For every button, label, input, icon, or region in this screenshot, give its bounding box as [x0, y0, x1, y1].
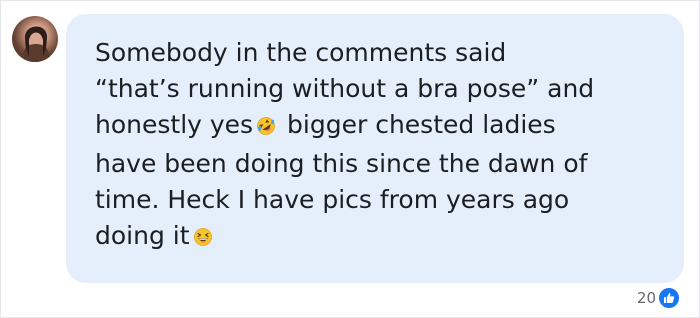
comment-line: “that’s running without a bra pose” and: [95, 74, 595, 103]
reaction-summary[interactable]: 20: [637, 287, 680, 309]
comment-line-part: honestly yes: [95, 110, 254, 139]
comment-text: Somebody in the comments said “that’s ru…: [95, 35, 665, 257]
comment-line: time. Heck I have pics from years ago: [95, 185, 570, 214]
comment-line: have been doing this since the dawn of: [95, 149, 588, 178]
rolling-on-floor-laughing-icon: [256, 110, 276, 146]
comment-line: doing it: [95, 218, 665, 257]
comment-line-part: doing it: [95, 221, 190, 250]
comment-line-part: bigger chested ladies: [287, 110, 556, 139]
comment-bubble: Somebody in the comments said “that’s ru…: [66, 14, 684, 283]
like-icon: [658, 287, 680, 309]
comment-line: honestly yes bigger chested ladies: [95, 107, 665, 146]
comment-line: Somebody in the comments said: [95, 38, 507, 67]
avatar[interactable]: [12, 16, 58, 62]
reaction-count: 20: [636, 289, 656, 307]
grinning-squinting-face-icon: [193, 221, 213, 257]
